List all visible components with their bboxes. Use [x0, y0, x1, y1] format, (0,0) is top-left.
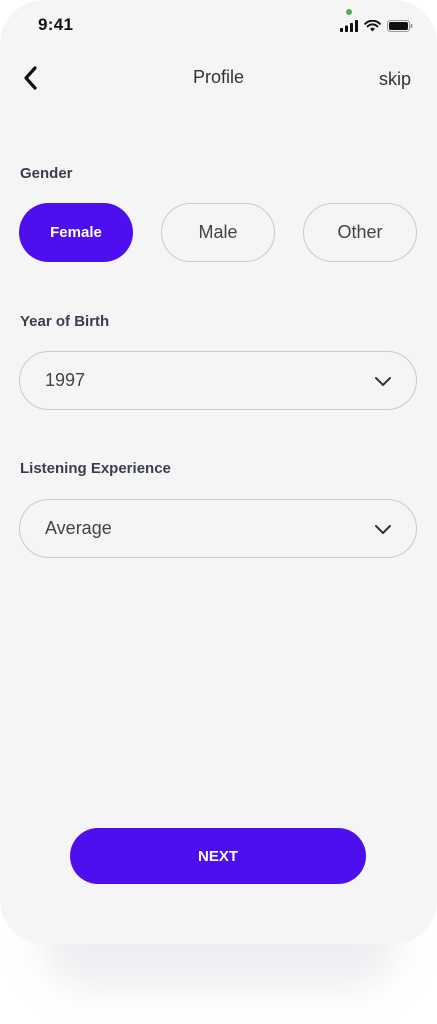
wifi-icon: [364, 20, 381, 32]
battery-icon: [387, 20, 413, 32]
nav-bar: Profile skip: [0, 55, 437, 101]
listening-experience-value: Average: [45, 518, 112, 538]
year-of-birth-select[interactable]: 1997: [19, 351, 417, 410]
camera-indicator-dot: [346, 9, 352, 15]
gender-selector: Female Male Other: [19, 203, 417, 262]
status-time: 9:41: [38, 15, 74, 34]
listening-experience-label: Listening Experience: [20, 460, 171, 477]
gender-option-other[interactable]: Other: [303, 203, 417, 262]
year-of-birth-label: Year of Birth: [20, 313, 110, 330]
status-bar: 9:41: [0, 0, 437, 50]
year-of-birth-value: 1997: [45, 370, 86, 390]
listening-experience-select[interactable]: Average: [19, 499, 417, 558]
status-icons: [340, 18, 413, 34]
skip-link[interactable]: skip: [379, 69, 411, 90]
gender-label: Gender: [20, 165, 73, 182]
gender-option-female[interactable]: Female: [19, 203, 133, 262]
phone-screen: 9:41 Profile skip Gender Female Male Oth…: [0, 0, 437, 944]
gender-option-male[interactable]: Male: [161, 203, 275, 262]
signal-icon: [340, 20, 358, 32]
chevron-down-icon: [375, 377, 391, 386]
page-title: Profile: [192, 67, 245, 87]
next-button[interactable]: NEXT: [70, 828, 366, 884]
chevron-down-icon: [375, 525, 391, 534]
